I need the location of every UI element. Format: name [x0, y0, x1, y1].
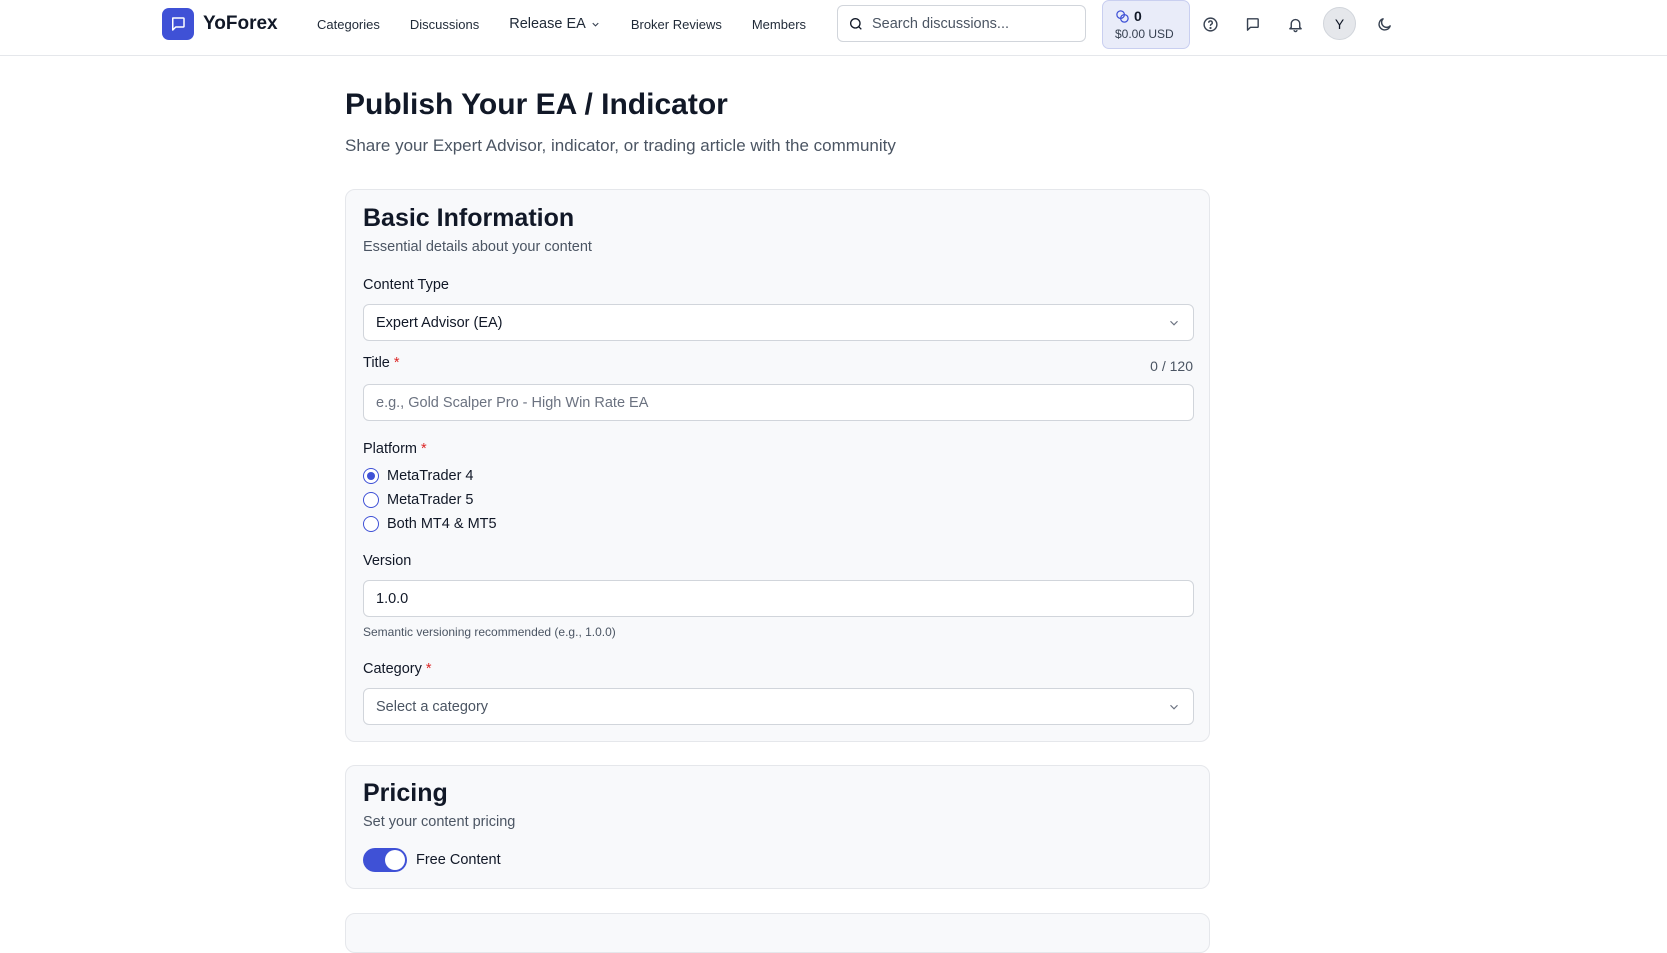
nav-categories[interactable]: Categories [302, 17, 395, 32]
help-icon[interactable] [1198, 12, 1222, 36]
radio-unselected-icon[interactable] [363, 516, 379, 532]
category-label: Category * [363, 661, 432, 677]
nav-label: Release EA [509, 16, 586, 32]
nav-label: Discussions [409, 16, 480, 32]
platform-label: Platform * [363, 441, 427, 457]
notification-bell-icon[interactable] [1283, 12, 1307, 36]
search-input[interactable] [872, 15, 1072, 32]
platform-option-both[interactable]: Both MT4 & MT5 [363, 514, 497, 534]
wallet-balance[interactable]: 0 $0.00 USD [1102, 0, 1190, 49]
top-header: YoForex Categories Discussions Release E… [0, 0, 1667, 56]
title-label-text: Title [363, 355, 390, 371]
nav-discussions[interactable]: Discussions [395, 17, 494, 32]
nav-label: Categories [317, 16, 380, 32]
option-label: MetaTrader 5 [387, 492, 474, 508]
radio-selected-icon[interactable] [363, 468, 379, 484]
usd-balance: $0.00 USD [1115, 27, 1174, 41]
radio-unselected-icon[interactable] [363, 492, 379, 508]
chevron-down-icon [592, 22, 599, 27]
platform-option-mt4[interactable]: MetaTrader 4 [363, 466, 474, 486]
version-input[interactable] [376, 590, 1181, 607]
version-field[interactable] [363, 580, 1194, 617]
free-content-row: Free Content [363, 848, 501, 872]
coin-count: 0 [1134, 8, 1142, 24]
pricing-card: Pricing Set your content pricing Free Co… [345, 765, 1210, 889]
avatar[interactable]: Y [1323, 7, 1356, 40]
content-type-value: Expert Advisor (EA) [376, 314, 503, 331]
brand-name: YoForex [203, 13, 278, 34]
content-type-select[interactable]: Expert Advisor (EA) [363, 304, 1194, 341]
dark-mode-moon-icon[interactable] [1372, 12, 1396, 36]
nav-broker-reviews[interactable]: Broker Reviews [616, 17, 737, 32]
coins-icon [1116, 9, 1129, 23]
section-title: Basic Information [363, 204, 575, 232]
required-mark: * [393, 355, 400, 371]
chevron-down-icon [1170, 704, 1178, 710]
title-input[interactable] [376, 394, 1181, 411]
page-title: Publish Your EA / Indicator [345, 88, 728, 121]
nav-label: Broker Reviews [630, 16, 722, 32]
free-content-toggle[interactable] [363, 848, 407, 872]
title-field[interactable] [363, 384, 1194, 421]
nav-label: Members [751, 16, 807, 32]
platform-label-text: Platform [363, 441, 417, 457]
content-type-label: Content Type [363, 277, 449, 293]
page-subtitle: Share your Expert Advisor, indicator, or… [345, 136, 896, 155]
messages-icon[interactable] [1240, 12, 1264, 36]
option-label: Both MT4 & MT5 [387, 516, 497, 532]
version-label: Version [363, 553, 412, 569]
category-select[interactable]: Select a category [363, 688, 1194, 725]
required-mark: * [425, 661, 432, 677]
free-content-label: Free Content [416, 852, 501, 868]
chevron-down-icon [1170, 320, 1178, 326]
category-label-text: Category [363, 661, 422, 677]
section-subtitle: Essential details about your content [363, 239, 592, 255]
next-section-card [345, 913, 1210, 953]
chat-bubble-icon [162, 8, 194, 40]
category-placeholder: Select a category [376, 698, 489, 715]
section-title: Pricing [363, 779, 448, 807]
option-label: MetaTrader 4 [387, 468, 474, 484]
search-icon [850, 17, 862, 30]
brand-logo[interactable]: YoForex [162, 8, 278, 40]
title-label: Title * [363, 355, 400, 371]
title-char-counter: 0 / 120 [1150, 358, 1193, 374]
platform-option-mt5[interactable]: MetaTrader 5 [363, 490, 474, 510]
section-subtitle: Set your content pricing [363, 814, 516, 830]
nav-release-ea[interactable]: Release EA [494, 16, 616, 32]
main-nav: Categories Discussions Release EA Broker… [302, 0, 821, 48]
basic-information-card: Basic Information Essential details abou… [345, 189, 1210, 742]
required-mark: * [421, 441, 427, 457]
nav-members[interactable]: Members [737, 17, 821, 32]
search-box[interactable] [837, 5, 1086, 42]
version-hint: Semantic versioning recommended (e.g., 1… [363, 625, 616, 639]
